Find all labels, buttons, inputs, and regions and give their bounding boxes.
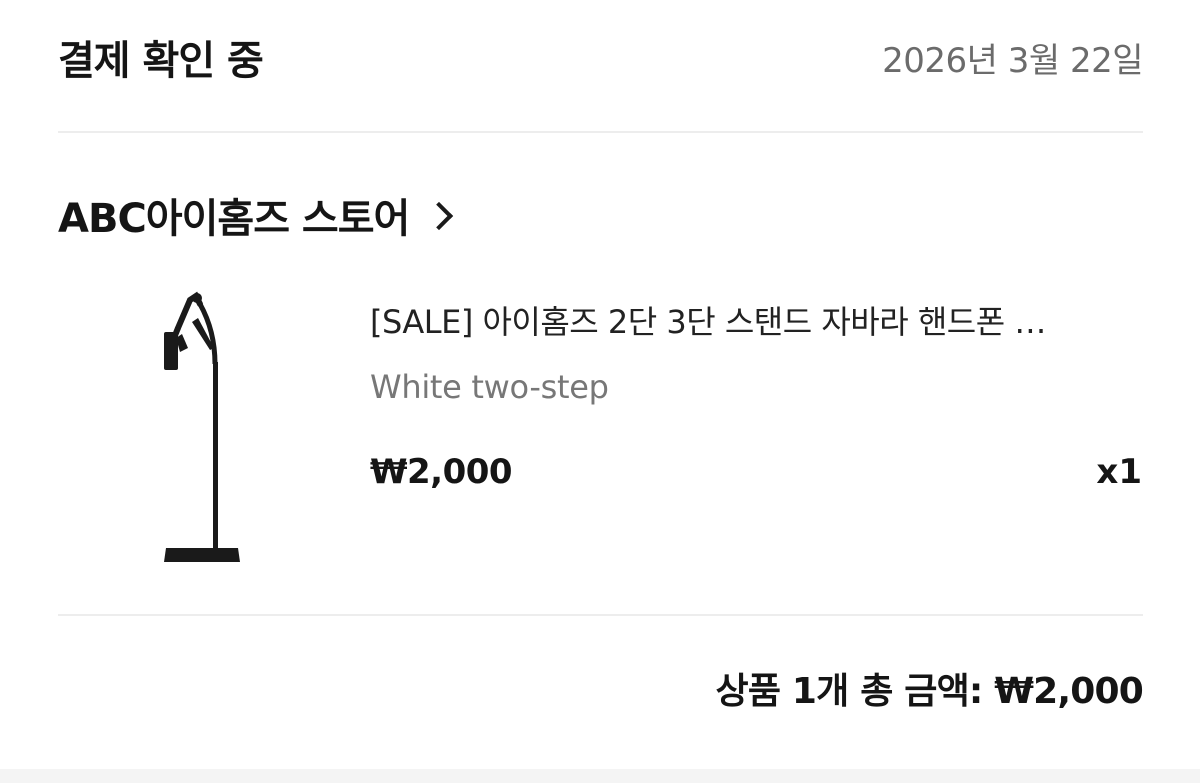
order-date: 2026년 3월 22일 bbox=[882, 40, 1143, 81]
stand-base bbox=[164, 548, 240, 562]
store-name: ABC아이홈즈 스토어 bbox=[58, 196, 410, 242]
footer-band bbox=[0, 769, 1200, 783]
order-header: 결제 확인 중 2026년 3월 22일 bbox=[58, 22, 1143, 92]
store-link[interactable]: ABC아이홈즈 스토어 bbox=[58, 185, 454, 245]
divider bbox=[58, 614, 1143, 616]
order-card: 결제 확인 중 2026년 3월 22일 ABC아이홈즈 스토어 [SALE] … bbox=[0, 0, 1200, 783]
order-total: 상품 1개 총 금액: ₩2,000 bbox=[715, 671, 1144, 712]
product-price: ₩2,000 bbox=[370, 452, 513, 492]
product-option: White two-step bbox=[370, 368, 609, 406]
product-quantity: x1 bbox=[1096, 452, 1142, 492]
stand-pole bbox=[213, 362, 218, 552]
product-image[interactable] bbox=[118, 282, 286, 582]
order-status-title: 결제 확인 중 bbox=[58, 38, 264, 84]
phone-holder bbox=[164, 332, 178, 370]
product-name[interactable]: [SALE] 아이홈즈 2단 3단 스탠드 자바라 핸드폰 … bbox=[370, 297, 1142, 343]
divider bbox=[58, 131, 1143, 133]
chevron-right-icon bbox=[425, 201, 454, 231]
